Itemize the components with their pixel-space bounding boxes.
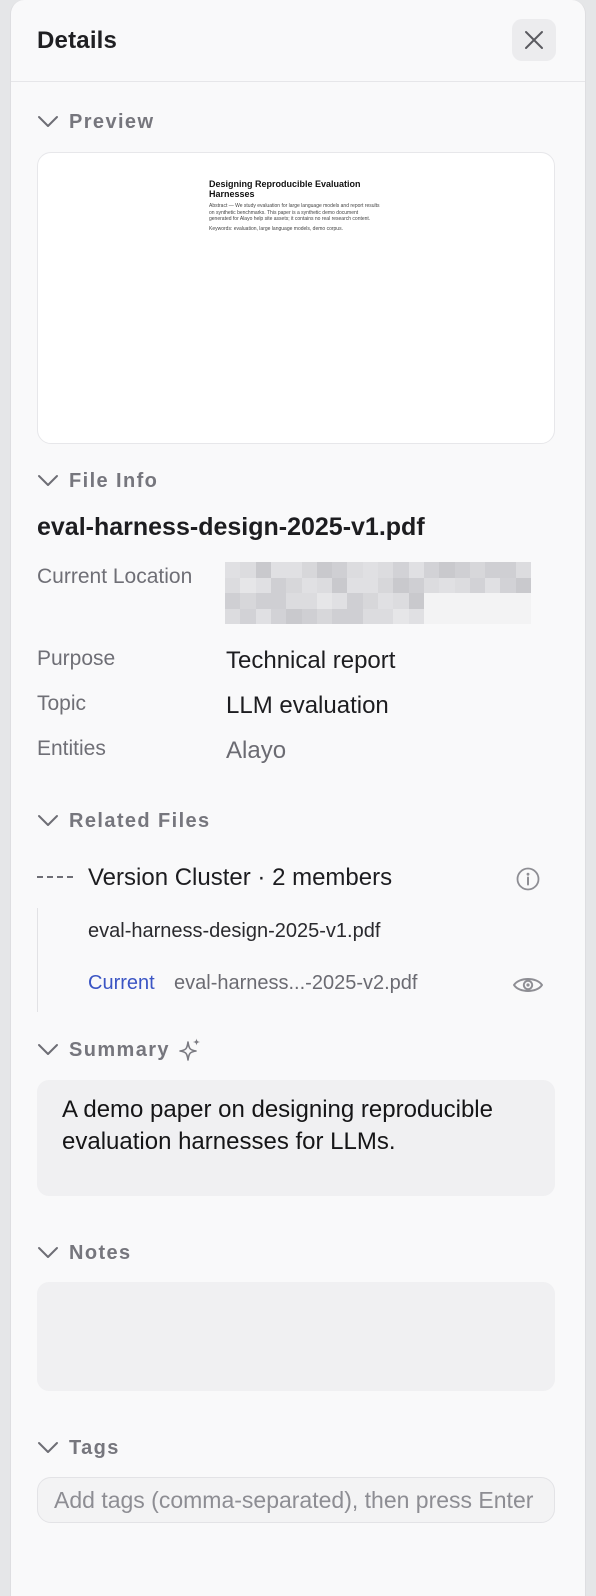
summary-text[interactable]: A demo paper on designing reproducible e… bbox=[37, 1080, 555, 1196]
pdf-title: Designing Reproducible Evaluation Harnes… bbox=[209, 179, 361, 199]
location-value-redacted bbox=[225, 562, 531, 624]
entities-label: Entities bbox=[37, 737, 106, 760]
purpose-value: Technical report bbox=[226, 647, 396, 674]
current-badge: Current bbox=[88, 972, 155, 994]
section-toggle-tags[interactable]: Tags bbox=[37, 1434, 120, 1462]
pdf-keywords: Keywords: evaluation, large language mod… bbox=[209, 226, 343, 232]
tags-input[interactable] bbox=[37, 1477, 555, 1523]
cluster-info-button[interactable] bbox=[515, 866, 541, 892]
section-toggle-file-info[interactable]: File Info bbox=[37, 467, 158, 495]
file-name: eval-harness-design-2025-v1.pdf bbox=[37, 513, 425, 541]
section-toggle-preview[interactable]: Preview bbox=[37, 108, 154, 136]
purpose-label: Purpose bbox=[37, 647, 116, 670]
chevron-down-icon bbox=[38, 475, 58, 486]
section-title-tags: Tags bbox=[69, 1436, 120, 1459]
notes-textarea[interactable] bbox=[37, 1282, 555, 1391]
section-toggle-related-files[interactable]: Related Files bbox=[37, 807, 211, 835]
section-title-preview: Preview bbox=[69, 110, 155, 133]
section-title-notes: Notes bbox=[69, 1241, 132, 1264]
section-title-file-info: File Info bbox=[69, 469, 159, 492]
cluster-connector bbox=[37, 876, 73, 879]
related-file-item[interactable]: eval-harness-design-2025-v1.pdf bbox=[88, 920, 380, 943]
sparkle-icon bbox=[179, 1038, 200, 1061]
version-cluster-title: Version Cluster · 2 members bbox=[88, 864, 393, 891]
chevron-down-icon bbox=[38, 1247, 58, 1258]
section-toggle-summary[interactable]: Summary bbox=[37, 1036, 202, 1064]
section-title-related-files: Related Files bbox=[69, 809, 211, 832]
chevron-down-icon bbox=[38, 815, 58, 826]
info-icon bbox=[516, 867, 540, 891]
related-file-item-current[interactable]: eval-harness...-2025-v2.pdf bbox=[174, 972, 417, 995]
close-button[interactable] bbox=[512, 19, 556, 61]
entities-value[interactable]: Alayo bbox=[226, 737, 286, 765]
topic-value: LLM evaluation bbox=[226, 692, 389, 719]
cluster-tree-line bbox=[37, 908, 38, 1012]
pdf-abstract: Abstract — We study evaluation for large… bbox=[209, 203, 380, 222]
document-preview[interactable]: Designing Reproducible Evaluation Harnes… bbox=[37, 152, 555, 444]
panel-header: Details bbox=[11, 0, 585, 82]
chevron-down-icon bbox=[38, 1044, 58, 1055]
chevron-down-icon bbox=[38, 1442, 58, 1453]
topic-label: Topic bbox=[37, 692, 87, 715]
chevron-down-icon bbox=[38, 116, 58, 127]
pdf-page-thumbnail: Designing Reproducible Evaluation Harnes… bbox=[200, 153, 400, 443]
section-toggle-notes[interactable]: Notes bbox=[37, 1239, 132, 1267]
eye-icon bbox=[513, 978, 543, 992]
close-icon bbox=[525, 31, 543, 49]
preview-file-button[interactable] bbox=[512, 972, 544, 998]
location-label: Current Location bbox=[37, 565, 193, 588]
details-panel: Details Preview Designing Reproducible E… bbox=[10, 0, 586, 1596]
section-title-summary: Summary bbox=[69, 1038, 170, 1061]
panel-title: Details bbox=[37, 27, 118, 54]
